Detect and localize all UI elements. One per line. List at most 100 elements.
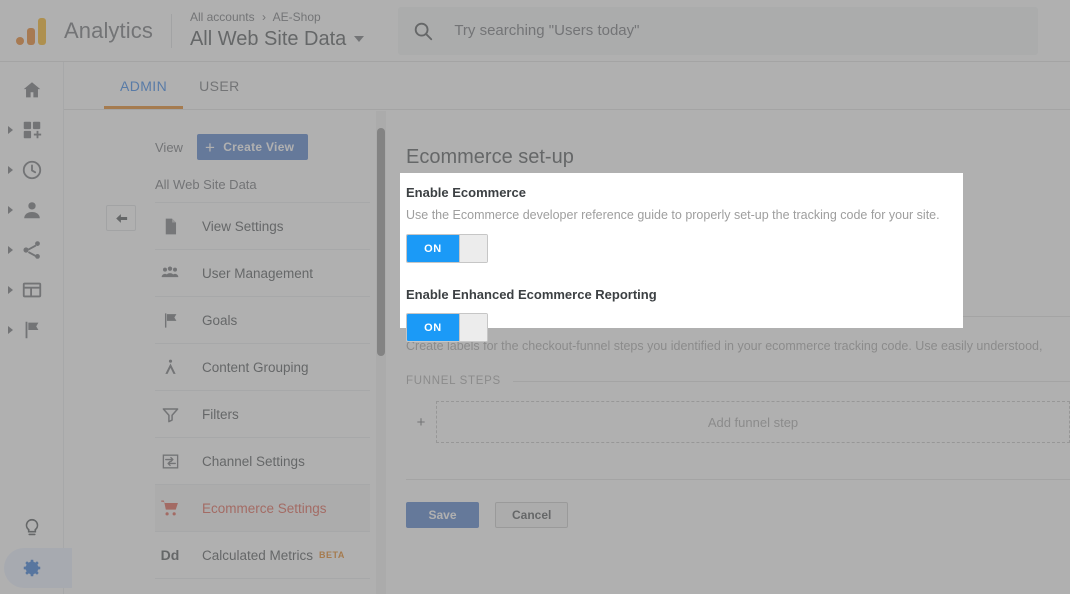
toggle-on-label: ON: [407, 235, 459, 262]
enable-enhanced-label: Enable Enhanced Ecommerce Reporting: [406, 287, 657, 302]
home-icon: [23, 82, 41, 98]
settings-scrollbar-thumb[interactable]: [377, 128, 385, 356]
settings-item-label: User Management: [202, 265, 314, 281]
dd-icon: Dd: [159, 544, 181, 566]
toggle-on-label: ON: [407, 314, 459, 341]
expand-caret-icon: [8, 126, 13, 134]
chevron-down-icon: [354, 35, 365, 42]
search-bar[interactable]: [398, 6, 1039, 55]
rail-item-audience[interactable]: [0, 190, 64, 230]
settings-list-bottom-divider: [155, 578, 370, 579]
funnel-steps-header: FUNNEL STEPS: [406, 375, 1070, 387]
breadcrumb-property[interactable]: AE-Shop: [273, 10, 321, 24]
tab-user[interactable]: USER: [183, 62, 256, 109]
expand-caret-icon: [8, 286, 13, 294]
cancel-button[interactable]: Cancel: [495, 502, 569, 528]
account-block: All accounts › AE-Shop All Web Site Data: [172, 11, 365, 50]
analytics-logo: [0, 17, 64, 45]
dd-glyph: Dd: [160, 547, 180, 563]
create-view-label: Create View: [223, 140, 295, 154]
add-funnel-step-dropzone[interactable]: Add funnel step: [436, 401, 1070, 443]
conversions-flag-icon: [25, 321, 39, 339]
logo-bar-middle: [27, 27, 35, 45]
current-view-name: All Web Site Data: [155, 177, 257, 192]
rail-item-home[interactable]: [0, 70, 64, 110]
add-funnel-step-plus-icon[interactable]: +: [406, 414, 436, 431]
settings-item-user-management[interactable]: User Management: [155, 249, 370, 296]
settings-item-ecommerce-settings[interactable]: Ecommerce Settings: [155, 484, 370, 531]
enable-ecommerce-label: Enable Ecommerce: [406, 185, 526, 200]
search-icon: [415, 22, 433, 40]
settings-item-label: Ecommerce Settings: [202, 500, 327, 516]
view-row: View + Create View: [155, 131, 380, 163]
funnel-step-row: + Add funnel step: [406, 401, 1070, 443]
tab-admin[interactable]: ADMIN: [104, 62, 184, 109]
search-input[interactable]: [452, 21, 1025, 40]
settings-item-channel-settings[interactable]: Channel Settings: [155, 437, 370, 484]
action-row: Save Cancel: [406, 502, 1070, 528]
view-settings-column: View + Create View All Web Site Data Vie…: [120, 111, 380, 594]
settings-item-label: Content Grouping: [202, 359, 309, 375]
save-button[interactable]: Save: [406, 502, 479, 528]
plus-icon: +: [204, 137, 216, 157]
left-nav-rail: [0, 62, 72, 594]
customization-icon: [23, 121, 42, 139]
rail-item-customization[interactable]: [0, 110, 64, 150]
breadcrumb-account[interactable]: All accounts: [190, 10, 255, 24]
view-selector[interactable]: All Web Site Data: [189, 27, 365, 50]
settings-item-label: View Settings: [202, 218, 284, 234]
enhanced-ecommerce-block: Enable Enhanced Ecommerce Reporting ON: [406, 285, 947, 342]
shopping-cart-icon: [159, 497, 181, 519]
expand-caret-icon: [8, 206, 13, 214]
expand-caret-icon: [8, 246, 13, 254]
expand-caret-icon: [8, 166, 13, 174]
settings-item-view-settings[interactable]: View Settings: [155, 202, 370, 249]
settings-item-calculated-metrics[interactable]: Dd Calculated Metrics BETA: [155, 531, 370, 578]
breadcrumb: All accounts › AE-Shop: [190, 11, 364, 24]
admin-gear-icon: [23, 559, 41, 577]
settings-item-label: Filters: [202, 406, 239, 422]
settings-item-content-grouping[interactable]: Content Grouping: [155, 343, 370, 390]
realtime-clock-icon: [22, 160, 42, 180]
view-selector-label: All Web Site Data: [189, 27, 347, 50]
page-title: Ecommerce set-up: [406, 146, 574, 168]
behavior-window-icon: [22, 282, 42, 298]
app-header: Analytics All accounts › AE-Shop All Web…: [0, 0, 1070, 62]
expand-caret-icon: [8, 326, 13, 334]
enable-enhanced-toggle[interactable]: ON: [406, 313, 488, 342]
discover-bulb-icon: [25, 518, 39, 536]
create-view-button[interactable]: + Create View: [196, 134, 309, 160]
beta-badge: BETA: [319, 550, 345, 560]
settings-item-label: Goals: [202, 312, 238, 328]
ecommerce-setup-card: Enable Ecommerce Use the Ecommerce devel…: [400, 173, 963, 342]
breadcrumb-separator: ›: [261, 10, 266, 25]
toggle-knob: [459, 235, 487, 262]
people-icon: [159, 262, 181, 284]
settings-item-filters[interactable]: Filters: [155, 390, 370, 437]
rail-item-behavior[interactable]: [0, 270, 64, 310]
enable-ecommerce-description: Use the Ecommerce developer reference gu…: [406, 208, 940, 222]
admin-tabs: ADMIN USER: [64, 62, 1070, 110]
view-label: View: [155, 139, 183, 155]
channel-settings-icon: [159, 450, 181, 472]
settings-item-label: Calculated Metrics: [202, 547, 314, 563]
enable-ecommerce-toggle[interactable]: ON: [406, 234, 488, 263]
add-funnel-step-placeholder: Add funnel step: [707, 414, 799, 430]
document-icon: [159, 215, 181, 237]
subsection-rule: [512, 380, 1070, 382]
flag-icon: [159, 309, 181, 331]
settings-list: View Settings User Management Goals Cont…: [155, 202, 370, 579]
rail-item-conversions[interactable]: [0, 310, 64, 350]
rail-item-admin[interactable]: [0, 548, 72, 588]
analytics-logo-icon: [16, 17, 48, 45]
logo-bar-right: [38, 17, 46, 45]
brand-name: Analytics: [64, 17, 153, 43]
collapse-sidebar-button[interactable]: [106, 205, 136, 231]
settings-item-goals[interactable]: Goals: [155, 296, 370, 343]
content-divider: [406, 479, 1070, 480]
rail-item-realtime[interactable]: [0, 150, 64, 190]
rail-item-acquisition[interactable]: [0, 230, 64, 270]
rail-item-discover[interactable]: [0, 508, 64, 548]
content-grouping-icon: [159, 356, 181, 378]
funnel-filter-icon: [159, 403, 181, 425]
